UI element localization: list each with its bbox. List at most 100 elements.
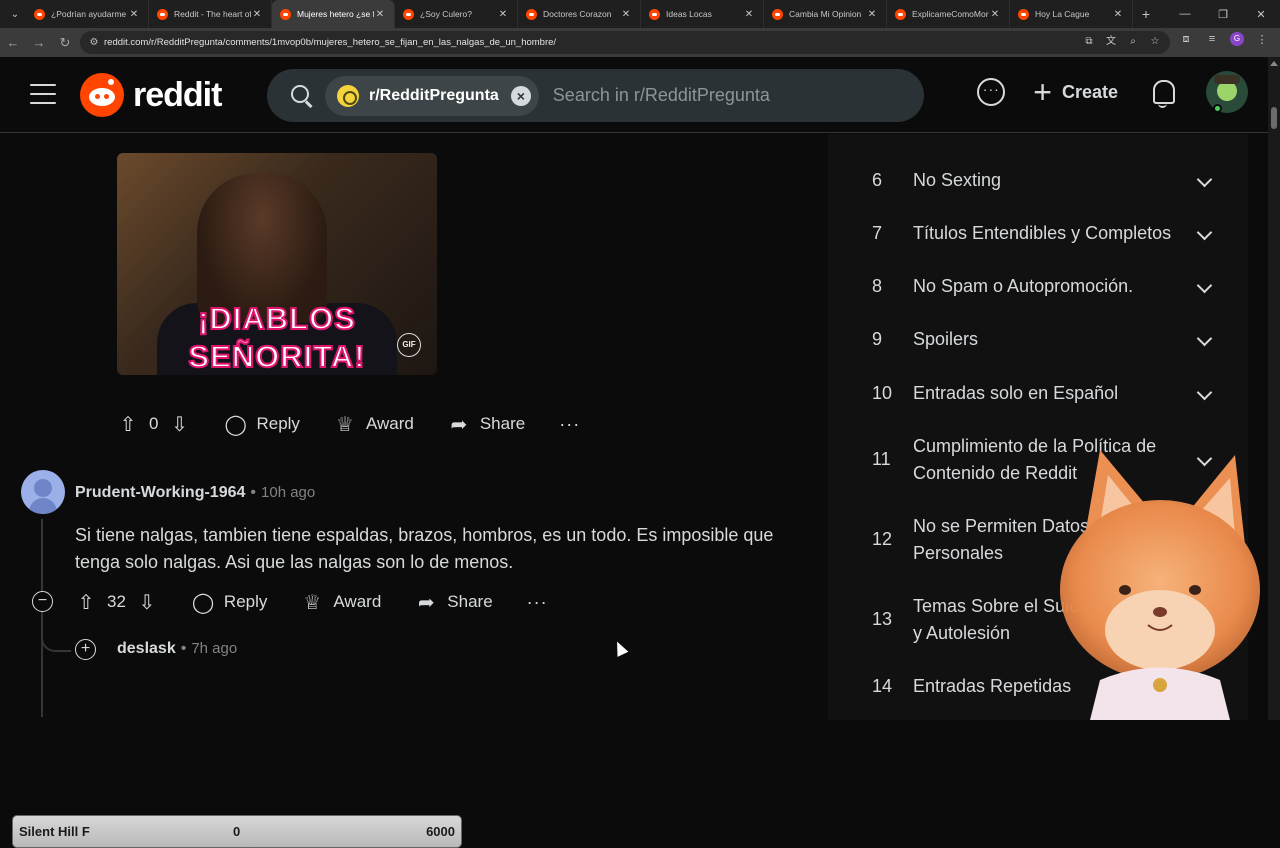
restore-icon[interactable]: ❐	[1204, 8, 1242, 21]
chevron-down-icon[interactable]	[1196, 386, 1212, 402]
browser-tab[interactable]: Doctores Corazon ✕	[518, 0, 641, 28]
zoom-icon[interactable]: ⌕	[1126, 34, 1140, 50]
chevron-down-icon[interactable]	[1196, 226, 1212, 242]
subreddit-icon	[337, 84, 359, 107]
back-icon[interactable]: ←	[0, 35, 26, 50]
new-tab-button[interactable]: +	[1133, 6, 1159, 22]
comment-author[interactable]: Prudent-Working-1964	[75, 484, 245, 501]
fox-mascot-overlay	[1060, 450, 1260, 720]
header-actions: ··· + Create	[977, 71, 1248, 113]
browser-tab[interactable]: Cambia Mi Opinion ✕	[764, 0, 887, 28]
reddit-logo[interactable]: reddit	[80, 73, 222, 117]
more-options-icon[interactable]: ···	[527, 592, 548, 613]
url-field[interactable]: ⚙ reddit.com/r/RedditPregunta/comments/1…	[80, 31, 1170, 54]
reddit-favicon-icon	[649, 8, 660, 20]
window-controls: — ❐ ✕	[1166, 0, 1280, 28]
browser-tab[interactable]: ¿Podrían ayudarme c ✕	[26, 0, 149, 28]
search-bar[interactable]: r/RedditPregunta ×	[267, 69, 924, 122]
award-button[interactable]: ♕ Award	[334, 412, 414, 437]
browser-tab-bar: ⌄ ¿Podrían ayudarme c ✕ Reddit - The hear…	[0, 0, 1280, 28]
close-window-icon[interactable]: ✕	[1242, 8, 1280, 21]
translate-icon[interactable]: 文	[1104, 34, 1118, 50]
share-button[interactable]: ➦ Share	[448, 412, 525, 437]
scrollbar-thumb[interactable]	[1271, 107, 1277, 129]
create-button[interactable]: + Create	[1033, 74, 1118, 110]
install-app-icon[interactable]: ⧉	[1082, 34, 1096, 50]
upvote-icon[interactable]: ⇧	[117, 412, 139, 437]
goal-target-value: 6000	[426, 824, 455, 839]
browser-tab[interactable]: ¿Soy Culero? ✕	[395, 0, 518, 28]
thread-line[interactable]	[41, 519, 43, 717]
gif-image[interactable]: ¡DIABLOS SEÑORITA! GIF	[117, 153, 437, 375]
vote-controls: ⇧ 0 ⇩	[117, 412, 190, 437]
comment-age: 10h ago	[261, 484, 316, 501]
chevron-down-icon[interactable]	[1196, 279, 1212, 295]
rule-item[interactable]: 9 Spoilers	[828, 326, 1248, 353]
subreddit-search-chip: r/RedditPregunta ×	[325, 75, 539, 116]
browser-tab[interactable]: ExplicameComoMor ✕	[887, 0, 1010, 28]
rule-item[interactable]: 10 Entradas solo en Español	[828, 380, 1248, 407]
comment-avatar[interactable]	[21, 470, 65, 514]
profile-avatar[interactable]: G	[1230, 32, 1244, 46]
reading-list-icon[interactable]: ≡	[1204, 33, 1220, 45]
notifications-bell-icon[interactable]	[1150, 78, 1176, 108]
browser-tab[interactable]: Reddit - The heart of ✕	[149, 0, 272, 28]
plus-icon: +	[1033, 74, 1052, 110]
close-tab-icon[interactable]: ✕	[251, 9, 263, 20]
reload-icon[interactable]: ↻	[52, 35, 78, 51]
site-info-icon[interactable]: ⚙	[84, 37, 104, 48]
close-tab-icon[interactable]: ✕	[1112, 9, 1124, 20]
reply-button[interactable]: ◯ Reply	[224, 412, 299, 437]
reddit-favicon-icon	[526, 8, 537, 20]
chevron-down-icon[interactable]	[1196, 332, 1212, 348]
rule-item[interactable]: 6 No Sexting	[828, 167, 1248, 194]
close-tab-icon[interactable]: ✕	[743, 9, 755, 20]
reply-meta: deslask • 7h ago	[117, 640, 238, 657]
browser-menu-icon[interactable]: ⋮	[1254, 33, 1270, 46]
share-button[interactable]: ➦ Share	[415, 590, 493, 615]
browser-tab[interactable]: Ideas Locas ✕	[641, 0, 764, 28]
collapse-thread-button[interactable]: −	[32, 591, 53, 612]
downvote-icon[interactable]: ⇩	[136, 590, 158, 615]
stream-goal-overlay: Silent Hill F 0 6000	[12, 815, 462, 848]
search-input[interactable]	[552, 85, 883, 106]
award-icon: ♕	[335, 413, 354, 436]
close-tab-icon[interactable]: ✕	[497, 9, 509, 20]
downvote-icon[interactable]: ⇩	[168, 412, 190, 437]
rule-item[interactable]: 7 Títulos Entendibles y Completos	[828, 220, 1248, 247]
clear-chip-icon[interactable]: ×	[510, 85, 531, 106]
snoo-icon	[80, 73, 124, 117]
reddit-wordmark: reddit	[133, 75, 222, 114]
close-tab-icon[interactable]: ✕	[374, 9, 386, 20]
browser-tab-active[interactable]: Mujeres hetero ¿se fij ✕	[272, 0, 395, 28]
gif-caption: ¡DIABLOS	[197, 300, 356, 337]
comment-body: Si tiene nalgas, tambien tiene espaldas,…	[75, 525, 774, 572]
award-button[interactable]: ♕ Award	[301, 590, 381, 615]
close-tab-icon[interactable]: ✕	[620, 9, 632, 20]
reddit-header: reddit r/RedditPregunta × ··· + Create	[0, 57, 1268, 133]
menu-icon[interactable]	[30, 84, 56, 104]
chevron-down-icon[interactable]	[1196, 173, 1212, 189]
reply-age: 7h ago	[191, 640, 238, 657]
bookmark-star-icon[interactable]: ☆	[1148, 34, 1162, 50]
search-icon	[289, 83, 315, 109]
extensions-icon[interactable]: ⧈	[1178, 33, 1194, 46]
close-tab-icon[interactable]: ✕	[866, 9, 878, 20]
reply-author[interactable]: deslask	[117, 640, 176, 657]
minimize-icon[interactable]: —	[1166, 8, 1204, 20]
chat-icon[interactable]: ···	[977, 78, 1006, 106]
close-tab-icon[interactable]: ✕	[128, 9, 140, 20]
close-tab-icon[interactable]: ✕	[989, 9, 1001, 20]
browser-tab[interactable]: Hoy La Cague ✕	[1010, 0, 1133, 28]
page-scrollbar[interactable]	[1268, 57, 1280, 720]
reply-button[interactable]: ◯ Reply	[192, 590, 267, 615]
expand-reply-button[interactable]: +	[75, 639, 96, 660]
upvote-icon[interactable]: ⇧	[75, 590, 97, 615]
more-options-icon[interactable]: ···	[559, 414, 580, 435]
share-icon: ➦	[417, 591, 435, 614]
reddit-favicon-icon	[895, 8, 906, 20]
rule-item[interactable]: 8 No Spam o Autopromoción.	[828, 273, 1248, 300]
tab-search-icon[interactable]: ⌄	[4, 3, 26, 25]
forward-icon[interactable]: →	[26, 35, 52, 50]
reddit-favicon-icon	[280, 8, 291, 20]
